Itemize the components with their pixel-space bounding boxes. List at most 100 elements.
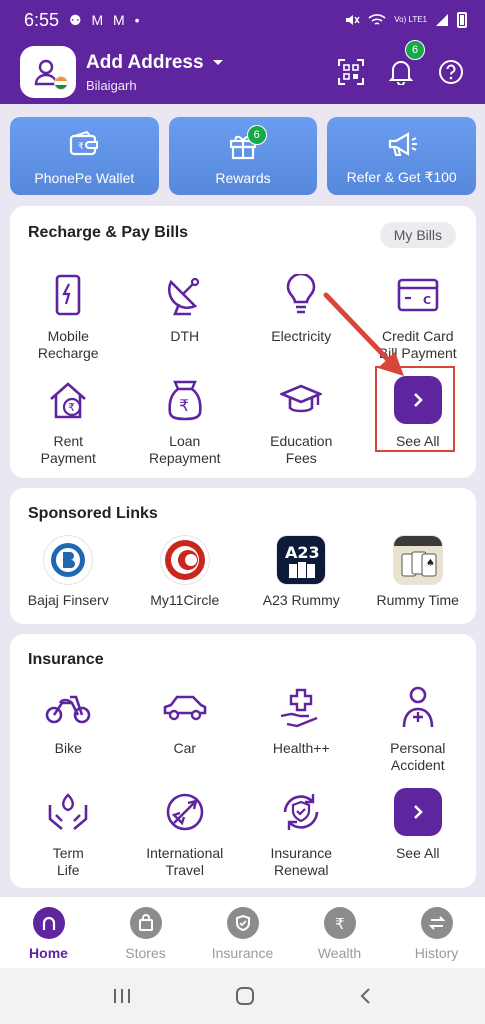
a23-logo-icon: A23 [277,536,326,584]
phonepe-wallet-tile[interactable]: ₹ PhonePe Wallet [10,117,159,195]
qr-scan-button[interactable] [337,58,365,86]
graduation-cap-icon [280,384,323,413]
wifi-icon [368,14,386,25]
back-icon[interactable] [358,986,374,1006]
quick-actions: ₹ PhonePe Wallet 6 Rewards Refer & Get ₹… [10,117,477,195]
item-label: Bajaj Finserv [27,592,109,608]
app-header: Add Address Bilaigarh 6 [0,40,485,104]
nav-history[interactable]: History [388,897,485,968]
sponsored-title: Sponsored Links [28,505,158,522]
nav-label: Home [29,945,68,961]
sponsored-item-bajaj[interactable]: Bajaj Finserv [10,536,127,616]
address-title: Add Address [86,51,204,73]
international-travel-item[interactable]: International Travel [127,787,244,892]
home-button-icon[interactable] [234,985,256,1007]
caret-down-icon [212,59,223,65]
nav-label: Wealth [317,945,362,961]
recent-apps-icon[interactable] [111,986,133,1006]
chevron-right-icon [413,805,423,819]
bell-icon [389,61,413,85]
item-label: Term Life [52,845,84,878]
item-label: Loan Repayment [148,433,221,466]
svg-text:₹: ₹ [68,401,75,414]
item-label: Personal Accident [390,740,446,773]
term-life-item[interactable]: Term Life [10,787,127,892]
bulb-icon [286,274,316,314]
item-label: My11Circle [150,592,220,608]
see-all-highlight-box [375,366,455,452]
address-location: Bilaigarh [86,77,137,93]
nav-stores[interactable]: Stores [97,897,194,968]
insurance-renewal-item[interactable]: Insurance Renewal [243,787,360,892]
bike-icon [45,695,91,724]
my-bills-button[interactable]: My Bills [379,222,456,248]
insurance-card: Insurance Bike Car Health++ Personal Acc… [10,634,476,888]
shield-icon [235,914,250,932]
rupee-icon: ₹ [335,915,345,932]
item-label: DTH [170,328,200,344]
see-all-button[interactable] [393,788,442,836]
health-icon [281,688,318,728]
item-label: Mobile Recharge [37,328,99,361]
credit-card-icon: C [397,278,439,312]
sponsored-item-rummy-time[interactable]: ♠ Rummy Time [360,536,477,616]
item-label: Bike [54,740,82,756]
qr-icon [338,59,364,85]
item-label: Health++ [272,740,330,756]
health-insurance-item[interactable]: Health++ [243,682,360,787]
education-fees-item[interactable]: Education Fees [243,375,360,480]
profile-avatar[interactable] [20,46,76,98]
insurance-see-all-item[interactable]: See All [360,787,477,892]
mute-icon [346,15,360,25]
nav-label: Insurance [211,945,274,961]
item-label: A23 Rummy [262,592,340,608]
svg-text:₹: ₹ [335,915,345,932]
help-button[interactable] [437,58,465,86]
bajaj-logo-icon [44,536,93,584]
swap-icon [428,916,445,930]
mobile-recharge-item[interactable]: Mobile Recharge [10,270,127,375]
car-insurance-item[interactable]: Car [127,682,244,787]
item-label: See All [395,845,440,861]
rewards-badge: 6 [246,125,267,145]
svg-text:₹: ₹ [179,396,189,415]
dth-item[interactable]: DTH [127,270,244,375]
rent-payment-item[interactable]: ₹ Rent Payment [10,375,127,480]
personal-accident-item[interactable]: Personal Accident [360,682,477,787]
item-label: Education Fees [270,433,333,466]
plane-icon [166,793,204,831]
credit-card-bill-item[interactable]: C Credit Card Bill Payment [360,270,477,375]
battery-icon [457,12,467,28]
nav-home[interactable]: Home [0,897,97,968]
mobile-icon [55,274,81,316]
satellite-dish-icon [167,277,199,316]
wallet-icon: ₹ [70,130,99,156]
refer-tile[interactable]: Refer & Get ₹100 [327,117,477,195]
bike-insurance-item[interactable]: Bike [10,682,127,787]
svg-text:₹: ₹ [78,142,84,152]
nav-wealth[interactable]: ₹ Wealth [291,897,388,968]
loan-repayment-item[interactable]: ₹ Loan Repayment [127,375,244,480]
sponsored-item-a23[interactable]: A23 A23 Rummy [243,536,360,616]
person-icon [402,686,434,728]
notification-badge: 6 [405,40,425,60]
item-label: International Travel [146,845,224,878]
bottom-navigation: Home Stores Insurance ₹ Wealth History [0,896,485,968]
status-notification-icons: ⚉ M M • [69,11,143,28]
item-label: Electricity [271,328,332,344]
notifications-button[interactable]: 6 [387,40,425,86]
recharge-title: Recharge & Pay Bills [28,224,189,241]
item-label: Rummy Time [376,592,459,608]
electricity-item[interactable]: Electricity [243,270,360,375]
sponsored-item-my11circle[interactable]: My11Circle [127,536,244,616]
address-selector[interactable]: Add Address Bilaigarh [86,52,224,93]
money-bag-icon: ₹ [168,380,202,421]
system-navigation-bar [0,968,485,1024]
nav-label: Stores [125,945,166,961]
network-label: Vo) LTE1 [394,15,427,24]
home-icon [42,916,55,930]
quick-tile-label: PhonePe Wallet [34,170,135,186]
rewards-tile[interactable]: 6 Rewards [168,117,318,195]
nav-insurance[interactable]: Insurance [194,897,291,968]
quick-tile-label: Refer & Get ₹100 [346,169,457,185]
